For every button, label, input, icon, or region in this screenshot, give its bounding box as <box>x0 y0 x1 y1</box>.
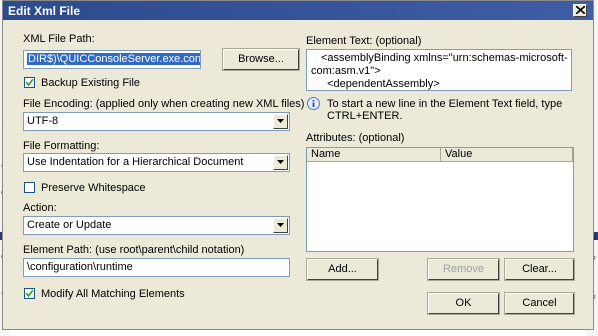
dialog-title: Edit Xml File <box>8 4 81 18</box>
element-text-line: <assemblyBinding xmlns="urn:schemas-micr… <box>321 52 568 64</box>
chevron-down-icon <box>277 119 284 123</box>
element-path-value: \configuration\runtime <box>27 261 133 273</box>
info-icon <box>307 97 320 110</box>
file-formatting-value: Use Indentation for a Hierarchical Docum… <box>27 156 244 168</box>
checkmark-icon <box>26 290 33 297</box>
clear-attributes-button[interactable]: Clear... <box>504 258 575 281</box>
attributes-label: Attributes: (optional) <box>306 132 405 144</box>
xml-file-path-label: XML File Path: <box>23 33 95 45</box>
xml-file-path-value: DIR$)\QUICConsoleServer.exe.config <box>27 53 200 65</box>
file-encoding-select[interactable]: UTF-8 <box>23 112 290 131</box>
edit-xml-file-dialog: Edit Xml File XML File Path: DIR$)\QUICC… <box>2 0 594 330</box>
chevron-down-icon <box>277 160 284 164</box>
element-text-textarea[interactable]: <assemblyBinding xmlns="urn:schemas-micr… <box>306 49 572 91</box>
element-text-label: Element Text: (optional) <box>306 35 422 47</box>
preserve-whitespace-label: Preserve Whitespace <box>41 182 146 194</box>
remove-attribute-button[interactable]: Remove <box>427 258 500 281</box>
close-x-icon <box>576 6 585 14</box>
title-bar[interactable]: Edit Xml File <box>3 1 593 20</box>
backup-existing-file-checkbox[interactable] <box>24 77 35 88</box>
info-text-line: To start a new line in the Element Text … <box>327 98 563 110</box>
action-select[interactable]: Create or Update <box>23 216 290 235</box>
checkmark-icon <box>26 79 33 86</box>
add-attribute-button[interactable]: Add... <box>306 258 379 281</box>
backup-existing-file-label: Backup Existing File <box>41 77 141 89</box>
xml-file-path-input[interactable]: DIR$)\QUICConsoleServer.exe.config <box>23 50 201 69</box>
dropdown-arrow[interactable] <box>273 218 288 233</box>
element-text-line: com:asm.v1"> <box>311 65 381 77</box>
column-header-value[interactable]: Value <box>441 148 573 162</box>
ok-button[interactable]: OK <box>427 292 500 315</box>
file-encoding-label: File Encoding: (applied only when creati… <box>23 98 305 110</box>
dropdown-arrow[interactable] <box>273 114 288 129</box>
element-text-line: <dependentAssembly> <box>321 78 440 90</box>
column-header-name[interactable]: Name <box>307 148 441 162</box>
attributes-list[interactable]: Name Value <box>306 147 574 252</box>
element-path-input[interactable]: \configuration\runtime <box>23 258 290 277</box>
close-button[interactable] <box>573 4 587 17</box>
preserve-whitespace-checkbox[interactable] <box>24 182 35 193</box>
element-path-label: Element Path: (use root\parent\child not… <box>23 244 245 256</box>
file-formatting-select[interactable]: Use Indentation for a Hierarchical Docum… <box>23 153 290 172</box>
modify-all-matching-label: Modify All Matching Elements <box>41 288 185 300</box>
modify-all-matching-checkbox[interactable] <box>24 288 35 299</box>
browse-button[interactable]: Browse... <box>222 48 300 71</box>
cancel-button[interactable]: Cancel <box>504 292 575 315</box>
action-label: Action: <box>23 202 57 214</box>
dropdown-arrow[interactable] <box>273 155 288 170</box>
chevron-down-icon <box>277 223 284 227</box>
info-text-line: CTRL+ENTER. <box>327 110 403 122</box>
file-formatting-label: File Formatting: <box>23 140 100 152</box>
action-value: Create or Update <box>27 219 112 231</box>
file-encoding-value: UTF-8 <box>27 115 59 127</box>
